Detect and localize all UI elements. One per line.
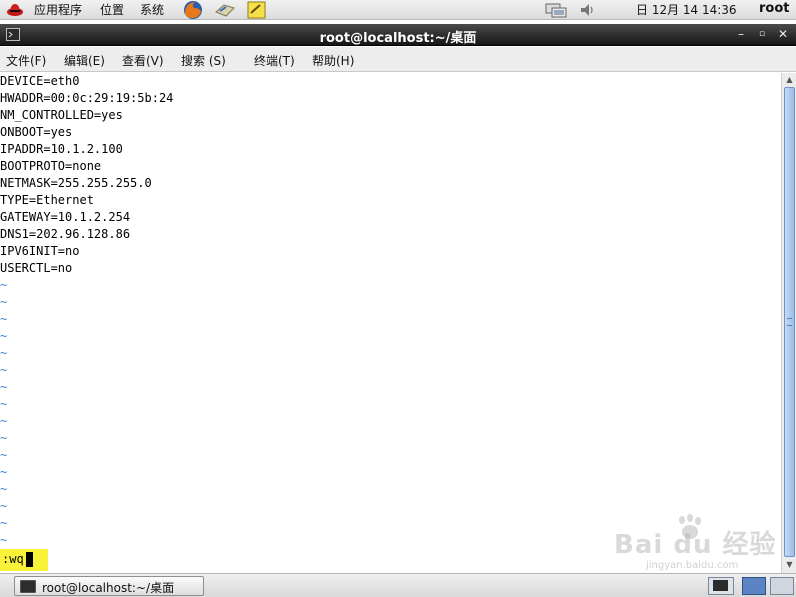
vim-command: :wq <box>2 552 24 566</box>
window-title: root@localhost:~/桌面 <box>319 31 477 46</box>
taskbar-terminal-button[interactable]: root@localhost:~/桌面 <box>14 576 204 596</box>
config-line: IPADDR=10.1.2.100 <box>0 142 123 156</box>
menu-help[interactable]: 帮助(H) <box>312 52 354 69</box>
workspace-terminal-icon[interactable] <box>708 577 734 595</box>
workspace-1-icon[interactable] <box>742 577 766 595</box>
empty-line-marker: ~ <box>0 448 8 462</box>
menu-terminal[interactable]: 终端(T) <box>254 52 295 69</box>
menu-file[interactable]: 文件(F) <box>6 52 46 69</box>
menu-places[interactable]: 位置 <box>100 2 124 18</box>
config-line: NM_CONTROLLED=yes <box>0 108 123 122</box>
empty-line-marker: ~ <box>0 465 8 479</box>
scroll-up-icon[interactable]: ▲ <box>784 75 795 85</box>
menu-system[interactable]: 系统 <box>140 2 164 18</box>
taskbar: root@localhost:~/桌面 <box>0 573 796 597</box>
config-line: ONBOOT=yes <box>0 125 73 139</box>
scroll-thumb[interactable] <box>784 87 795 557</box>
close-icon[interactable]: ✕ <box>776 27 790 41</box>
menu-view[interactable]: 查看(V) <box>122 52 164 69</box>
window-titlebar[interactable]: root@localhost:~/桌面 – ▫ ✕ <box>0 24 796 46</box>
scroll-down-icon[interactable]: ▼ <box>784 560 795 570</box>
empty-line-marker: ~ <box>0 499 8 513</box>
empty-line-marker: ~ <box>0 482 8 496</box>
empty-line-marker: ~ <box>0 346 8 360</box>
terminal-icon <box>20 580 36 593</box>
empty-line-marker: ~ <box>0 533 8 547</box>
empty-line-marker: ~ <box>0 295 8 309</box>
config-line: USERCTL=no <box>0 261 73 275</box>
empty-line-marker: ~ <box>0 380 8 394</box>
taskbar-label: root@localhost:~/桌面 <box>42 581 175 595</box>
config-line: NETMASK=255.255.255.0 <box>0 176 152 190</box>
empty-line-marker: ~ <box>0 312 8 326</box>
empty-line-marker: ~ <box>0 329 8 343</box>
config-line: TYPE=Ethernet <box>0 193 94 207</box>
empty-line-marker: ~ <box>0 397 8 411</box>
grip-icon <box>787 318 792 326</box>
vim-command-line[interactable]: :wq <box>0 549 48 571</box>
config-line: HWADDR=00:0c:29:19:5b:24 <box>0 91 174 105</box>
workspace-2-icon[interactable] <box>770 577 794 595</box>
user-name[interactable]: root <box>759 1 790 17</box>
empty-line-marker: ~ <box>0 363 8 377</box>
notes-icon[interactable] <box>246 0 268 20</box>
firefox-icon[interactable] <box>182 0 204 20</box>
clock[interactable]: 日 12月 14 14:36 <box>636 2 737 18</box>
config-line: IPV6INIT=no <box>0 244 80 258</box>
menu-edit[interactable]: 编辑(E) <box>64 52 105 69</box>
network-icon[interactable] <box>544 1 568 19</box>
terminal-view[interactable]: DEVICE=eth0 HWADDR=00:0c:29:19:5b:24 NM_… <box>0 73 781 573</box>
minimize-icon[interactable]: – <box>734 27 748 41</box>
volume-icon[interactable] <box>578 1 598 19</box>
menu-search[interactable]: 搜索 (S) <box>181 52 226 69</box>
config-line: BOOTPROTO=none <box>0 159 102 173</box>
empty-line-marker: ~ <box>0 414 8 428</box>
config-line: GATEWAY=10.1.2.254 <box>0 210 131 224</box>
text-cursor <box>26 552 33 567</box>
maximize-icon[interactable]: ▫ <box>755 27 769 41</box>
menu-applications[interactable]: 应用程序 <box>34 2 82 18</box>
scrollbar[interactable]: ▲ ▼ <box>781 73 796 573</box>
empty-line-marker: ~ <box>0 431 8 445</box>
config-line: DNS1=202.96.128.86 <box>0 227 131 241</box>
redhat-icon[interactable] <box>6 1 24 19</box>
menu-bar: 文件(F) 编辑(E) 查看(V) 搜索 (S) 终端(T) 帮助(H) <box>0 47 796 72</box>
config-line: DEVICE=eth0 <box>0 74 80 88</box>
top-panel: 应用程序 位置 系统 日 12月 14 14:36 root <box>0 0 796 20</box>
mail-icon[interactable] <box>214 1 236 19</box>
empty-line-marker: ~ <box>0 278 8 292</box>
empty-line-marker: ~ <box>0 516 8 530</box>
